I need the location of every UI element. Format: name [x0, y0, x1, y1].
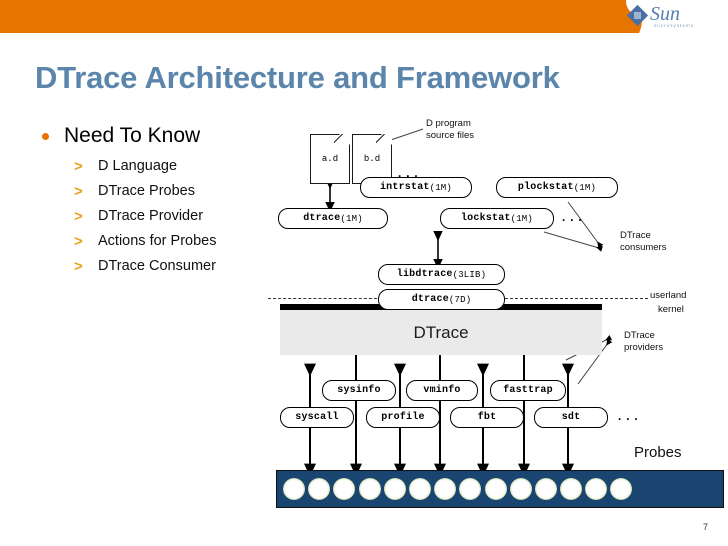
- page-title: DTrace Architecture and Framework: [35, 60, 560, 95]
- list-item-label: DTrace Consumer: [98, 258, 216, 274]
- bullet-primary: Need To Know: [36, 122, 286, 150]
- chevron-right-icon: >: [74, 158, 83, 175]
- page-number: 7: [702, 522, 708, 532]
- consumer-dtrace-cmd: dtrace: [303, 213, 341, 224]
- provider-profile-label: profile: [381, 412, 425, 423]
- list-item: > D Language: [36, 154, 286, 179]
- probe-dot-icon: [509, 478, 532, 500]
- source-file-icon: a.d: [310, 134, 350, 184]
- sun-sublabel: microsystems: [654, 23, 695, 28]
- slide-canvas: Sun microsystems DTrace Architecture and…: [0, 0, 728, 546]
- probe-dot-icon: [333, 478, 356, 500]
- provider-sdt-label: sdt: [561, 412, 581, 423]
- provider-profile: profile: [366, 407, 440, 428]
- consumer-dtrace-suffix: (1M): [340, 213, 363, 224]
- probe-dot-icon: [283, 478, 305, 500]
- chevron-right-icon: >: [74, 183, 83, 200]
- probe-dot-icon: [585, 478, 608, 500]
- chevron-right-icon: >: [74, 208, 83, 225]
- bullet-dot-icon: [42, 133, 49, 140]
- kernel-label: kernel: [658, 304, 684, 315]
- page-fold-line: [376, 134, 392, 150]
- probes-bar: [276, 470, 724, 508]
- provider-fasttrap: fasttrap: [490, 380, 566, 401]
- sun-microsystems-logo: Sun microsystems: [626, 3, 716, 34]
- list-item: > DTrace Provider: [36, 204, 286, 229]
- boundary-dash-left: [268, 298, 382, 299]
- provider-syscall-label: syscall: [295, 412, 339, 423]
- provider-sdt: sdt: [534, 407, 608, 428]
- source-file-label: a.d: [321, 154, 339, 164]
- provider-fbt-label: fbt: [477, 412, 497, 423]
- probe-dot-icon: [610, 478, 633, 500]
- sun-diamond-icon: [626, 4, 649, 27]
- provider-sysinfo-label: sysinfo: [337, 385, 381, 396]
- libdtrace-cmd: libdtrace: [396, 269, 453, 280]
- provider-sysinfo: sysinfo: [322, 380, 396, 401]
- probe-dot-icon: [383, 478, 406, 500]
- consumer-plockstat: plockstat (1M): [496, 177, 618, 198]
- libdtrace-suffix: (3LIB): [452, 269, 487, 280]
- consumer-lockstat-cmd: lockstat: [460, 213, 511, 224]
- source-file-label: b.d: [363, 154, 381, 164]
- bullet-list: Need To Know > D Language > DTrace Probe…: [36, 122, 286, 279]
- probe-dot-icon: [484, 478, 507, 500]
- consumer-intrstat-cmd: intrstat: [379, 182, 430, 193]
- chevron-right-icon: >: [74, 258, 83, 275]
- list-item: > DTrace Consumer: [36, 254, 286, 279]
- probe-dot-icon: [408, 478, 431, 500]
- probe-dot-icon: [534, 478, 557, 500]
- provider-vminfo-label: vminfo: [423, 385, 461, 396]
- list-item-label: Actions for Probes: [98, 233, 217, 249]
- providers-ellipsis: ...: [616, 410, 641, 424]
- list-item: > Actions for Probes: [36, 229, 286, 254]
- provider-fasttrap-label: fasttrap: [503, 385, 553, 396]
- probes-label: Probes: [634, 444, 682, 461]
- userland-label: userland: [650, 290, 687, 301]
- libdtrace-box: libdtrace (3LIB): [378, 264, 505, 285]
- consumer-plockstat-suffix: (1M): [573, 182, 597, 193]
- probe-dot-icon: [434, 478, 457, 500]
- list-item-label: DTrace Provider: [98, 208, 204, 224]
- boundary-dash-right: [500, 298, 648, 299]
- page-fold-line: [334, 134, 350, 150]
- provider-syscall: syscall: [280, 407, 354, 428]
- consumer-intrstat: intrstat (1M): [360, 177, 472, 198]
- dtrace-kernel-block: DTrace: [280, 310, 602, 355]
- consumers-annotation: DTrace consumers: [620, 230, 667, 253]
- chevron-right-icon: >: [74, 233, 83, 250]
- dtrace-driver-suffix: (7D): [448, 294, 472, 305]
- provider-vminfo: vminfo: [406, 380, 478, 401]
- consumer-lockstat: lockstat (1M): [440, 208, 554, 229]
- consumer-dtrace: dtrace (1M): [278, 208, 388, 229]
- dtrace-driver-cmd: dtrace: [411, 294, 449, 305]
- banner-bar: [0, 0, 620, 33]
- consumers-ellipsis: ...: [560, 211, 585, 225]
- consumer-intrstat-suffix: (1M): [429, 182, 452, 193]
- probe-dot-icon: [560, 478, 583, 500]
- dtrace-kernel-label: DTrace: [413, 322, 469, 342]
- probe-dot-icon: [459, 478, 482, 500]
- consumer-plockstat-cmd: plockstat: [517, 182, 574, 193]
- list-item: > DTrace Probes: [36, 179, 286, 204]
- provider-fbt: fbt: [450, 407, 524, 428]
- providers-annotation: DTrace providers: [624, 330, 664, 353]
- header-banner: [0, 0, 660, 33]
- dtrace-architecture-diagram: a.d b.d ... D program source files intrs…: [268, 112, 728, 532]
- probe-dot-icon: [358, 478, 381, 500]
- source-files-annotation: D program source files: [426, 118, 475, 141]
- probe-dot-icon: [308, 478, 331, 500]
- list-item-label: DTrace Probes: [98, 183, 195, 199]
- consumer-lockstat-suffix: (1M): [510, 213, 533, 224]
- dtrace-driver-box: dtrace (7D): [378, 289, 505, 310]
- bullet-primary-label: Need To Know: [64, 124, 201, 147]
- list-item-label: D Language: [98, 158, 178, 174]
